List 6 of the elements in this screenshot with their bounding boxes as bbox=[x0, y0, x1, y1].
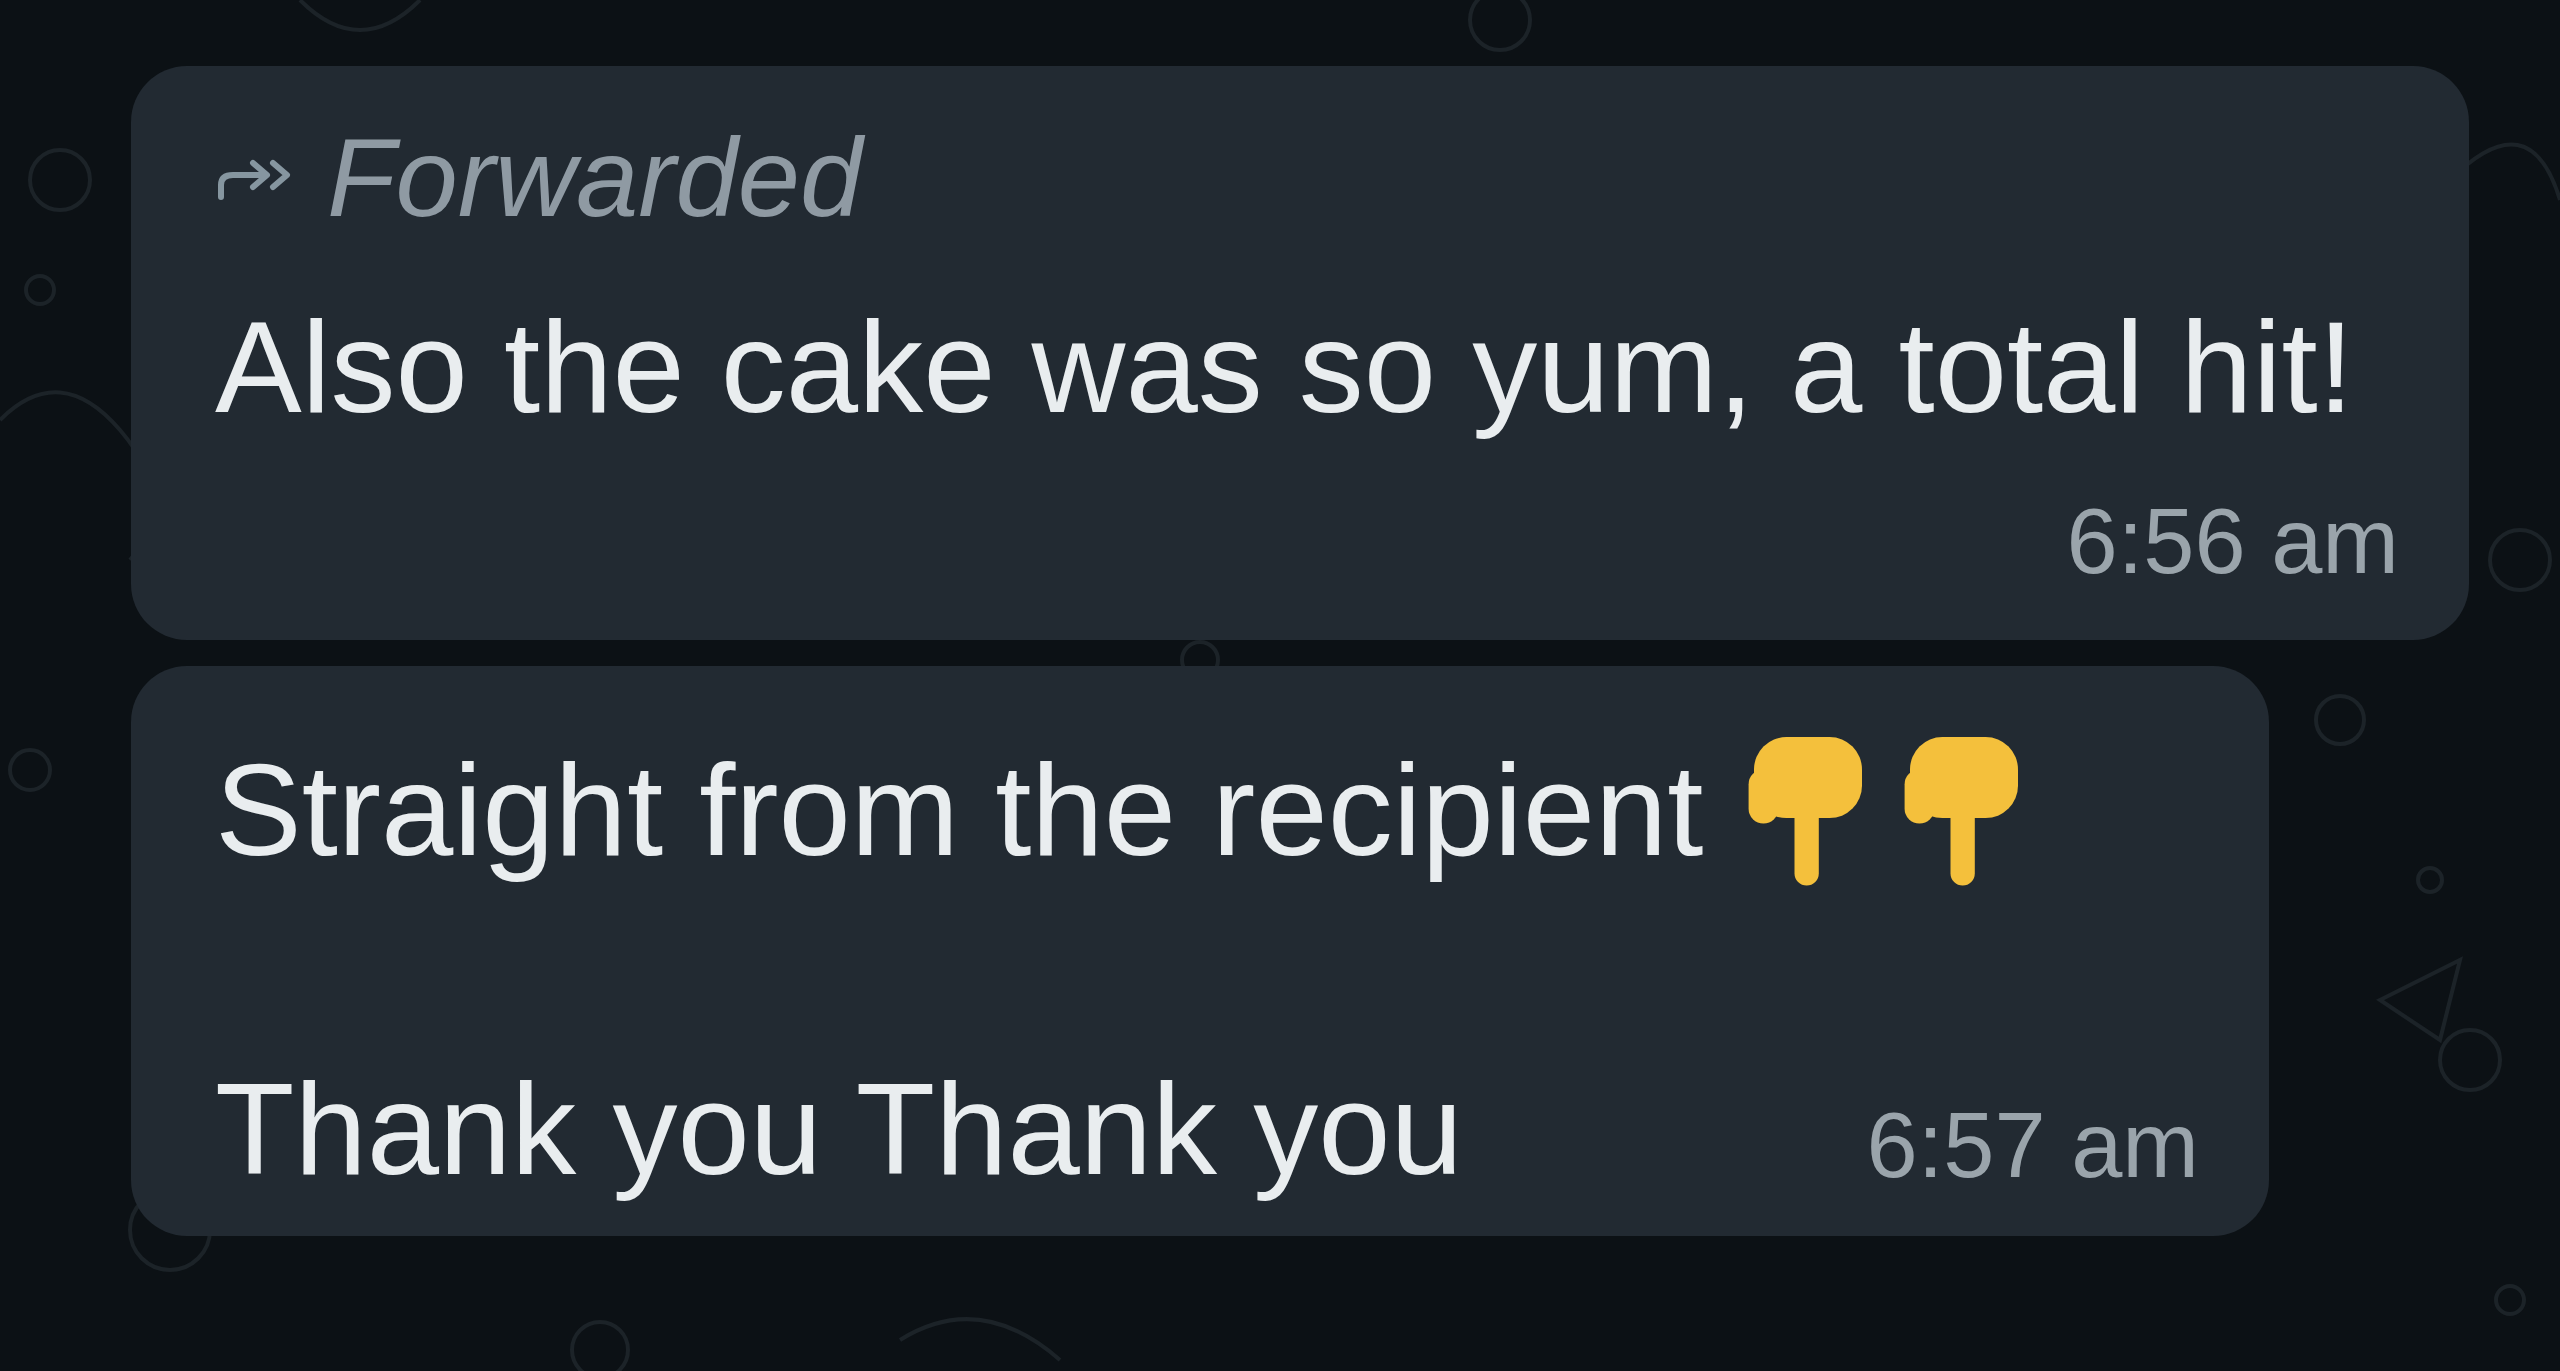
forwarded-label: Forwarded bbox=[327, 114, 863, 242]
message-text: Thank you Thank you bbox=[215, 1054, 1463, 1204]
message-time: 6:56 am bbox=[2066, 488, 2399, 594]
message-text: Straight from the recipient bbox=[215, 735, 1704, 885]
message-time: 6:57 am bbox=[1866, 1092, 2199, 1198]
message-text: Also the cake was so yum, a total hit! bbox=[215, 292, 2354, 442]
